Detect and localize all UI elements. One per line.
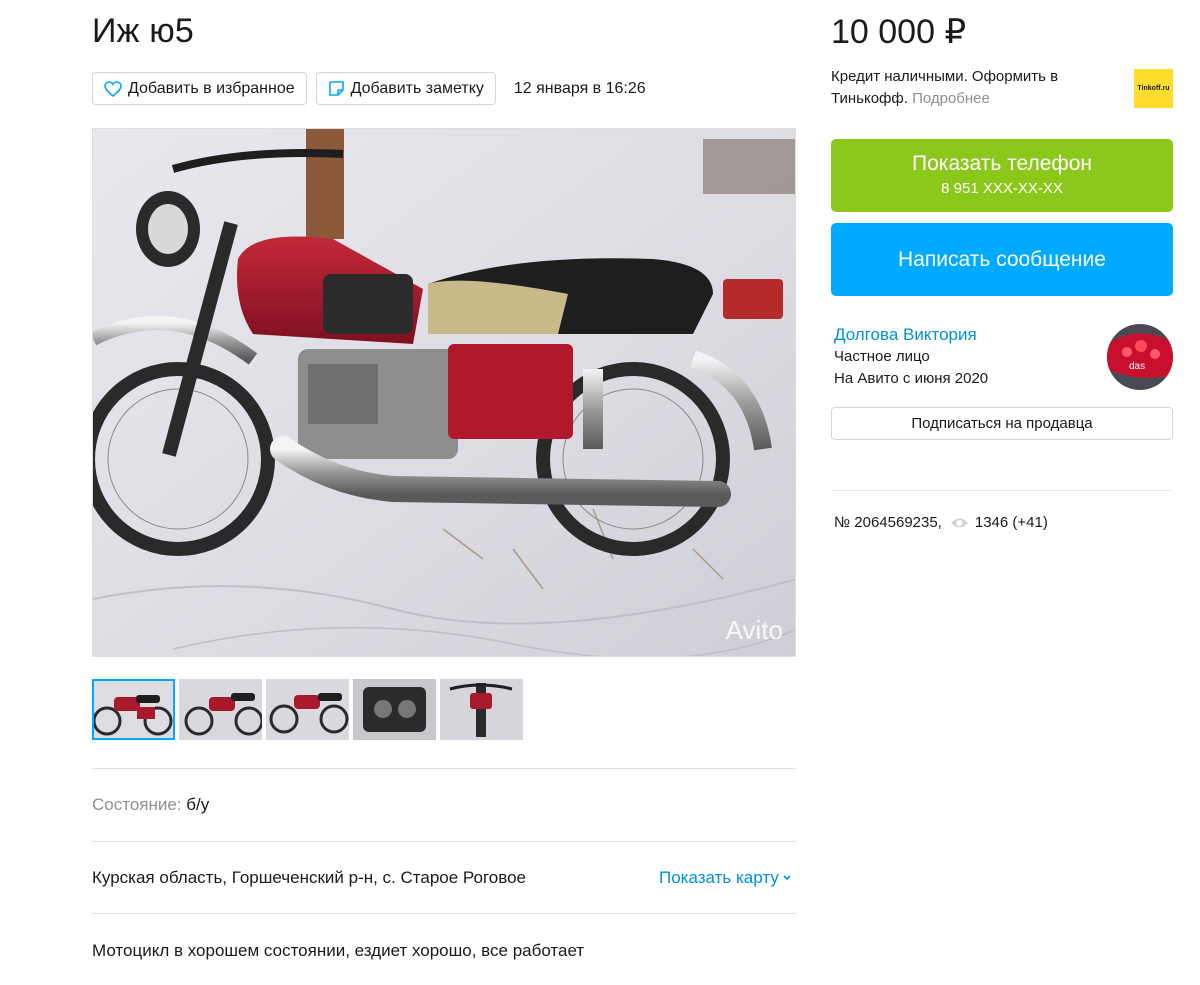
write-message-button[interactable]: Написать сообщение (831, 223, 1173, 296)
add-note-label: Добавить заметку (350, 79, 484, 97)
listing-date: 12 января в 16:26 (513, 79, 646, 97)
divider (92, 841, 796, 842)
listing-toolbar: Добавить в избранное Добавить заметку 12… (92, 72, 646, 105)
chevron-down-icon (783, 875, 791, 881)
show-map-label: Показать карту (659, 868, 779, 887)
credit-promo: Кредит наличными. Оформить в Тинькофф. П… (831, 66, 1111, 110)
seller-avatar[interactable]: das (1107, 324, 1173, 390)
show-phone-label: Показать телефон (912, 152, 1092, 175)
thumbnail-4[interactable] (353, 679, 436, 740)
show-map-link[interactable]: Показать карту (659, 868, 792, 888)
address: Курская область, Горшеченский р-н, с. Ст… (92, 868, 526, 887)
condition-key: Состояние: (92, 795, 182, 814)
svg-text:das: das (1129, 361, 1145, 372)
add-favorite-label: Добавить в избранное (128, 79, 295, 97)
thumbnail-5[interactable] (440, 679, 523, 740)
show-phone-button[interactable]: Показать телефон 8 951 XXX-XX-XX (831, 139, 1173, 212)
sidebar-divider (831, 490, 1173, 491)
thumbnail-3[interactable] (266, 679, 349, 740)
main-photo[interactable]: Avito (92, 128, 796, 657)
add-note-button[interactable]: Добавить заметку (315, 72, 496, 105)
credit-promo-more-link[interactable]: Подробнее (912, 90, 990, 107)
thumbnail-2[interactable] (179, 679, 262, 740)
heart-icon (104, 80, 122, 97)
photo-thumbnails (92, 679, 527, 740)
condition-row: Состояние: б/у (92, 795, 209, 815)
listing-title: Иж ю5 (92, 12, 195, 50)
thumbnail-1[interactable] (92, 679, 175, 740)
eye-icon (950, 518, 968, 527)
phone-masked: 8 951 XXX-XX-XX (941, 180, 1063, 197)
seller-since: На Авито с июня 2020 (834, 370, 989, 387)
note-icon (328, 81, 344, 96)
view-count: 1346 (+41) (974, 514, 1048, 531)
seller-name-link[interactable]: Долгова Виктория (834, 325, 977, 345)
description: Мотоцикл в хорошем состоянии, ездиет хор… (92, 941, 585, 960)
add-favorite-button[interactable]: Добавить в избранное (92, 72, 307, 105)
condition-value: б/у (186, 795, 210, 814)
item-number: № 2064569235, (834, 514, 942, 531)
seller-type: Частное лицо (834, 348, 930, 365)
listing-meta: № 2064569235, 1346 (+41) (834, 514, 1048, 531)
avito-watermark: Avito (726, 615, 783, 645)
tinkoff-logo[interactable]: Tinkoff.ru (1134, 69, 1173, 108)
divider (92, 913, 796, 914)
price: 10 000 ₽ (831, 13, 967, 51)
subscribe-seller-button[interactable]: Подписаться на продавца (831, 407, 1173, 440)
divider (92, 768, 796, 769)
